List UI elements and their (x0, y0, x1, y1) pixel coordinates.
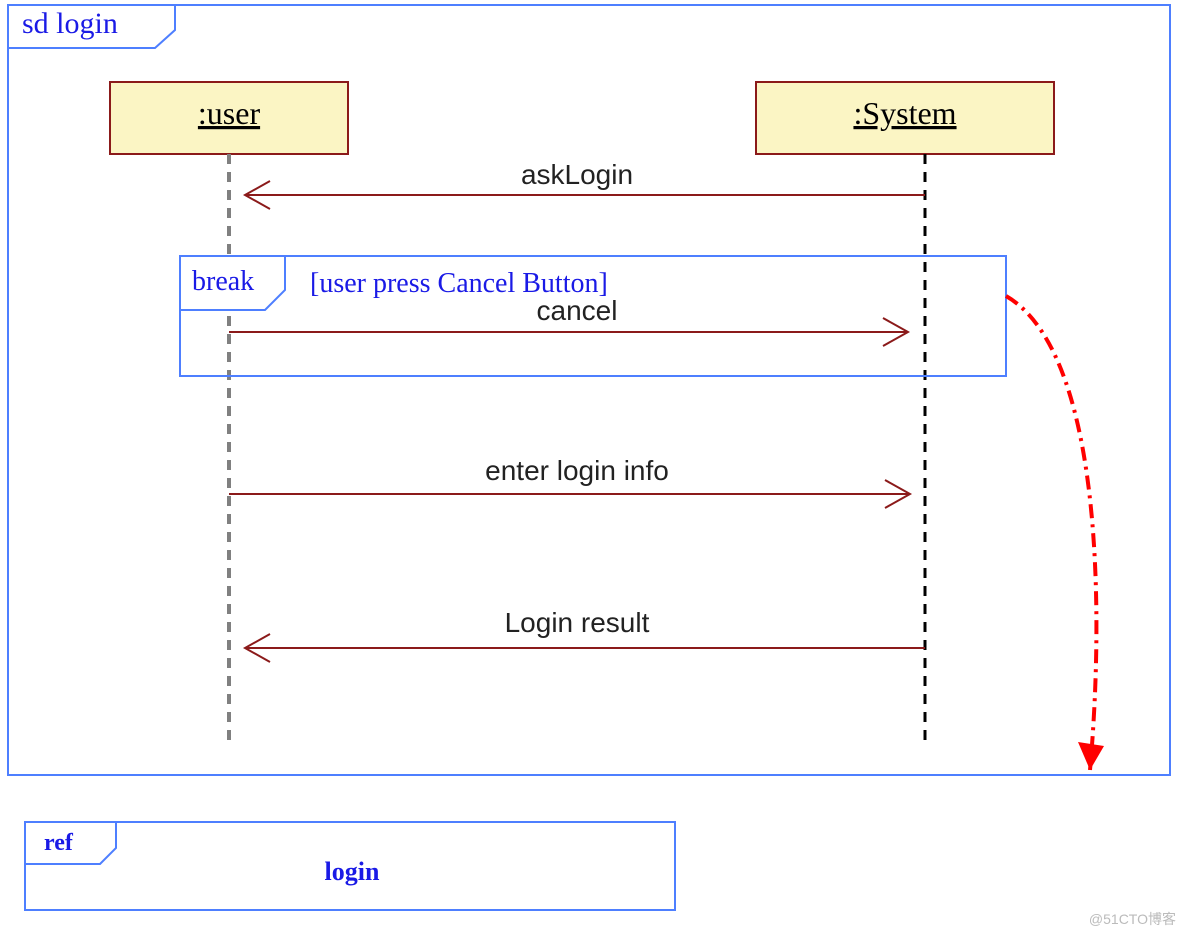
lifeline-system: :System (756, 82, 1054, 740)
break-operator: break (192, 266, 254, 297)
message-login-result-label: Login result (505, 607, 650, 638)
lifeline-system-label: :System (853, 95, 956, 131)
message-enter-login-info: enter login info (229, 455, 910, 508)
message-enter-login-info-label: enter login info (485, 455, 669, 486)
break-escape-arrow (1006, 296, 1104, 770)
lifeline-user-label: :user (198, 95, 261, 131)
break-fragment: break [user press Cancel Button] cancel (180, 256, 1006, 376)
ref-operator: ref (44, 830, 74, 856)
message-ask-login-label: askLogin (521, 159, 633, 190)
ref-label: login (325, 857, 380, 886)
sd-frame-title: sd login (22, 7, 118, 40)
message-login-result: Login result (245, 607, 925, 662)
message-ask-login: askLogin (245, 159, 925, 209)
watermark: @51CTO博客 (1089, 911, 1176, 927)
message-cancel-label: cancel (537, 295, 618, 326)
lifeline-user: :user (110, 82, 348, 740)
ref-fragment: ref login (25, 822, 675, 910)
